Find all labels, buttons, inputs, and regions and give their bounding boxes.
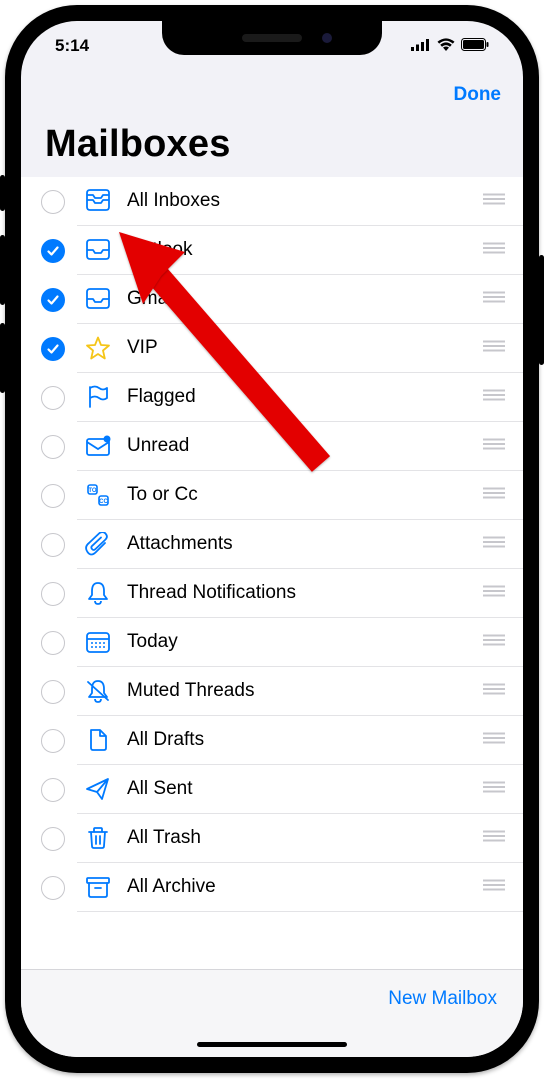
cellular-icon [411,36,431,56]
trash-icon [83,825,113,851]
mailbox-label: Today [127,631,483,653]
mailbox-label: Flagged [127,386,483,408]
drag-handle-icon[interactable] [483,388,505,406]
drag-handle-icon[interactable] [483,339,505,357]
inbox-icon [83,286,113,312]
list-item[interactable]: Thread Notifications [21,569,523,618]
all-inboxes-icon [83,188,113,214]
drag-handle-icon[interactable] [483,437,505,455]
checkbox-unchecked[interactable] [41,533,65,557]
checkbox-unchecked[interactable] [41,680,65,704]
clock-text: 5:14 [55,36,89,56]
paperclip-icon [83,531,113,557]
checkbox-unchecked[interactable] [41,435,65,459]
mailbox-label: All Trash [127,827,483,849]
mailbox-label: Unread [127,435,483,457]
unread-icon [83,433,113,459]
mailbox-label: All Sent [127,778,483,800]
checkbox-unchecked[interactable] [41,827,65,851]
drag-handle-icon[interactable] [483,192,505,210]
drag-handle-icon[interactable] [483,633,505,651]
drag-handle-icon[interactable] [483,584,505,602]
tocc-icon [83,482,113,508]
mailbox-label: Thread Notifications [127,582,483,604]
mailbox-label: To or Cc [127,484,483,506]
drag-handle-icon[interactable] [483,290,505,308]
checkbox-unchecked[interactable] [41,386,65,410]
list-item[interactable]: To or Cc [21,471,523,520]
done-button[interactable]: Done [454,84,502,106]
drag-handle-icon[interactable] [483,829,505,847]
drag-handle-icon[interactable] [483,878,505,896]
list-item[interactable]: All Archive [21,863,523,912]
mailbox-label: All Inboxes [127,190,483,212]
list-item[interactable]: All Sent [21,765,523,814]
bell-icon [83,580,113,606]
list-item[interactable]: Unread [21,422,523,471]
list-item[interactable]: All Drafts [21,716,523,765]
document-icon [83,727,113,753]
list-item[interactable]: VIP [21,324,523,373]
checkbox-unchecked[interactable] [41,778,65,802]
star-icon [83,335,113,361]
new-mailbox-button[interactable]: New Mailbox [388,988,497,1010]
mailbox-label: Muted Threads [127,680,483,702]
list-item[interactable]: All Inboxes [21,177,523,226]
checkbox-unchecked[interactable] [41,582,65,606]
drag-handle-icon[interactable] [483,535,505,553]
mailbox-label: All Drafts [127,729,483,751]
list-item[interactable]: Flagged [21,373,523,422]
checkbox-checked[interactable] [41,288,65,312]
list-item[interactable]: Outlook [21,226,523,275]
mailbox-label: Attachments [127,533,483,555]
calendar-icon [83,629,113,655]
nav-bar: Done [21,71,523,119]
screen: 5:14 Done Mailboxes All Inboxes Outlook Gm… [21,21,523,1057]
page-title: Mailboxes [45,123,231,166]
flag-icon [83,384,113,410]
list-item[interactable]: Muted Threads [21,667,523,716]
checkbox-unchecked[interactable] [41,190,65,214]
checkbox-unchecked[interactable] [41,729,65,753]
mailbox-label: All Archive [127,876,483,898]
mailbox-label: Gmail [127,288,483,310]
checkbox-unchecked[interactable] [41,631,65,655]
checkbox-unchecked[interactable] [41,876,65,900]
bell-slash-icon [83,678,113,704]
paperplane-icon [83,776,113,802]
drag-handle-icon[interactable] [483,682,505,700]
checkbox-checked[interactable] [41,337,65,361]
wifi-icon [437,36,455,56]
notch [162,21,382,55]
mailbox-list[interactable]: All Inboxes Outlook Gmail VIP Flagged Unread T… [21,177,523,969]
battery-icon [461,36,489,56]
drag-handle-icon[interactable] [483,241,505,259]
list-item[interactable]: Today [21,618,523,667]
checkbox-unchecked[interactable] [41,484,65,508]
drag-handle-icon[interactable] [483,486,505,504]
list-item[interactable]: Attachments [21,520,523,569]
archivebox-icon [83,874,113,900]
mailbox-label: VIP [127,337,483,359]
home-indicator[interactable] [197,1042,347,1047]
drag-handle-icon[interactable] [483,780,505,798]
drag-handle-icon[interactable] [483,731,505,749]
checkbox-checked[interactable] [41,239,65,263]
inbox-icon [83,237,113,263]
mailbox-label: Outlook [127,239,483,261]
list-item[interactable]: Gmail [21,275,523,324]
list-item[interactable]: All Trash [21,814,523,863]
